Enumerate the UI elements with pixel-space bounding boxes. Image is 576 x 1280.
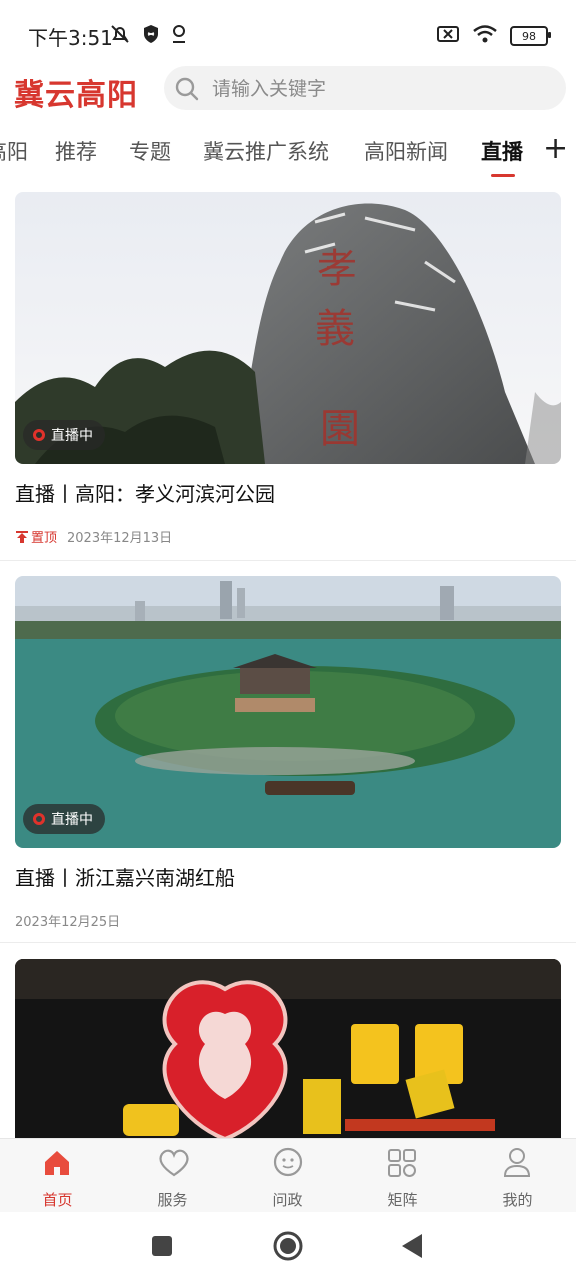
search-bar[interactable] (164, 66, 566, 112)
nav-inquiry[interactable]: 问政 (230, 1139, 345, 1213)
live-indicator-icon (33, 429, 45, 441)
nav-matrix-label: 矩阵 (387, 1191, 418, 1209)
status-right-icons: 98 (436, 24, 551, 48)
card-title[interactable]: 直播丨高阳：孝义河滨河公园 (15, 478, 275, 507)
nav-home-label: 首页 (42, 1191, 73, 1209)
card-date: 2023年12月25日 (15, 915, 121, 930)
tab-promotion[interactable]: 冀云推广系统 (203, 136, 329, 166)
card-meta: 2023年12月25日 (15, 911, 120, 930)
nav-inquiry-label: 问政 (272, 1191, 303, 1209)
lantern-festival-image (15, 959, 561, 1140)
nav-home[interactable]: 首页 (0, 1139, 115, 1213)
card-date: 2023年12月13日 (67, 531, 173, 546)
wifi-icon (472, 24, 498, 48)
add-channel-icon[interactable]: + (543, 134, 568, 164)
active-tab-indicator (491, 174, 515, 177)
no-sim-icon (436, 25, 460, 47)
recent-apps-icon[interactable] (150, 1234, 174, 1258)
card-meta: 置顶 2023年12月13日 (15, 527, 172, 546)
live-feed: 孝 義 園 直播中 直播丨高阳：孝义河滨河公园 置顶 2023年12月13日 直… (0, 192, 576, 1140)
nav-services-label: 服务 (157, 1191, 188, 1209)
system-navigation (0, 1212, 576, 1280)
pinned-label: 置顶 (31, 531, 58, 546)
svg-text:園: 園 (320, 406, 360, 452)
card-thumbnail[interactable]: 直播中 (15, 576, 561, 848)
location-icon (170, 24, 188, 48)
search-icon (175, 77, 199, 101)
home-button-icon[interactable] (272, 1230, 304, 1262)
live-badge: 直播中 (23, 420, 105, 450)
live-badge: 直播中 (23, 804, 105, 834)
card-divider (0, 942, 576, 943)
nav-profile-label: 我的 (502, 1191, 533, 1209)
search-input[interactable] (210, 66, 554, 112)
status-time: 下午3:51 (28, 26, 113, 50)
tab-recommend[interactable]: 推荐 (55, 136, 97, 166)
card-thumbnail[interactable] (15, 959, 561, 1140)
pin-arrow-icon (16, 530, 28, 543)
nav-profile[interactable]: 我的 (460, 1139, 575, 1213)
status-bar: 下午3:51 98 (0, 0, 576, 64)
bottom-navigation: 首页 服务 问政 矩阵 我的 (0, 1138, 576, 1213)
user-icon (503, 1148, 531, 1177)
tab-news[interactable]: 高阳新闻 (364, 136, 448, 166)
nav-matrix[interactable]: 矩阵 (345, 1139, 460, 1213)
home-icon (45, 1151, 69, 1175)
channel-tabs: 高阳 推荐 专题 冀云推广系统 高阳新闻 直播 + (0, 124, 576, 180)
svg-text:孝: 孝 (317, 246, 357, 292)
status-left-icons (108, 22, 188, 50)
back-icon[interactable] (400, 1232, 424, 1260)
card-title[interactable]: 直播丨浙江嘉兴南湖红船 (15, 862, 235, 891)
tab-gaoyang[interactable]: 高阳 (0, 136, 28, 166)
svg-text:義: 義 (315, 306, 355, 352)
chat-icon (273, 1147, 303, 1177)
app-logo: 冀云高阳 (14, 78, 138, 113)
battery-icon: 98 (510, 26, 551, 46)
card-divider (0, 560, 576, 561)
shield-icon (142, 24, 160, 48)
mute-bell-icon (108, 22, 132, 50)
pinned-tag: 置顶 (15, 527, 57, 546)
nav-services[interactable]: 服务 (115, 1139, 230, 1213)
live-indicator-icon (33, 813, 45, 825)
tab-topics[interactable]: 专题 (129, 136, 171, 166)
grid-icon (388, 1149, 416, 1177)
heart-icon (159, 1149, 189, 1177)
card-thumbnail[interactable]: 孝 義 園 直播中 (15, 192, 561, 464)
live-badge-label: 直播中 (51, 428, 93, 444)
live-badge-label: 直播中 (51, 812, 93, 828)
app-header: 冀云高阳 (0, 64, 576, 116)
tab-live[interactable]: 直播 (481, 136, 523, 166)
